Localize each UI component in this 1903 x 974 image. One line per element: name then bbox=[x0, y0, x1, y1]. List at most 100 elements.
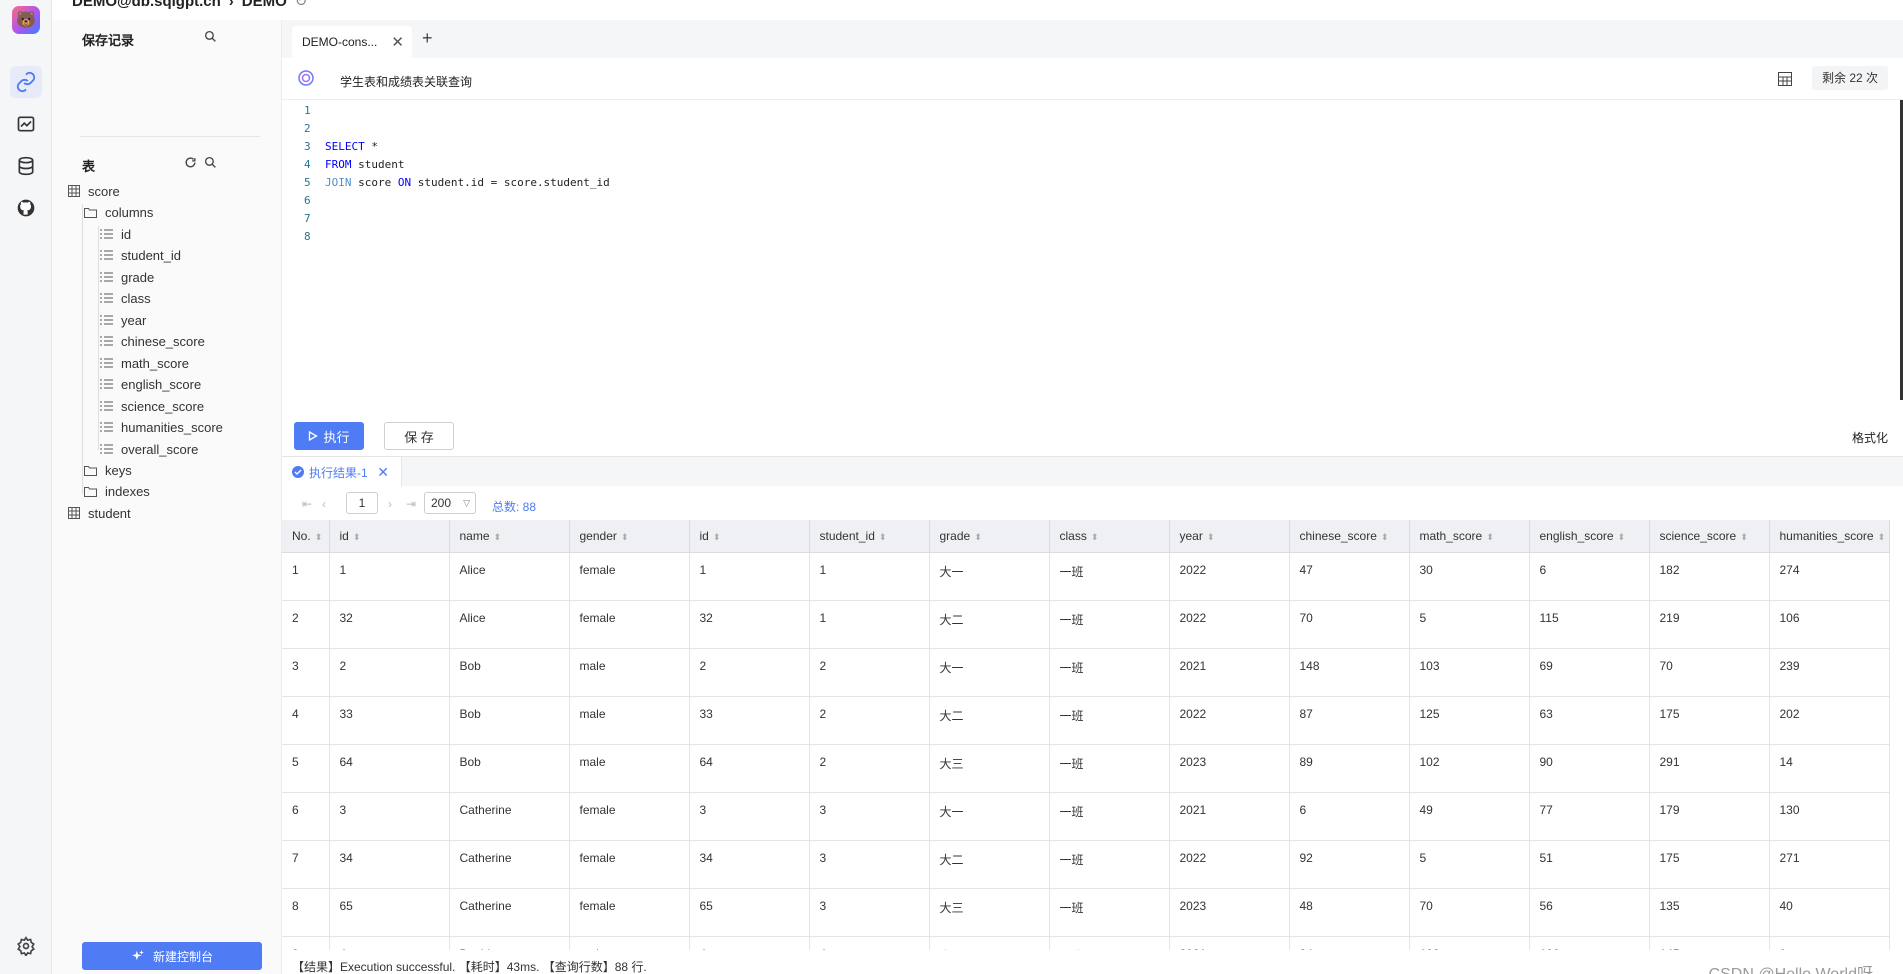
tree-folder-keys[interactable]: keys bbox=[84, 460, 132, 480]
table-cell[interactable]: 77 bbox=[1529, 792, 1650, 841]
format-button[interactable]: 格式化 bbox=[1852, 429, 1888, 446]
close-icon[interactable]: ✕ bbox=[391, 33, 404, 51]
table-cell[interactable]: 2021 bbox=[1169, 792, 1290, 841]
result-tab[interactable]: 执行结果-1 ✕ bbox=[282, 457, 402, 487]
table-row[interactable]: 4 33 Bob male 33 2 大二 一班 2022 87 125 63 175 202 bbox=[282, 696, 1890, 745]
table-cell[interactable]: 0 bbox=[1769, 936, 1890, 950]
tree-column-item[interactable]: humanities_score bbox=[100, 417, 223, 437]
column-header[interactable]: english_score ⬍ bbox=[1529, 520, 1650, 553]
table-cell[interactable]: 34 bbox=[329, 840, 450, 889]
table-cell[interactable]: 65 bbox=[689, 888, 810, 937]
tree-column-item[interactable]: math_score bbox=[100, 353, 189, 373]
table-cell[interactable]: Bob bbox=[449, 696, 570, 745]
table-cell[interactable]: 145 bbox=[1649, 936, 1770, 950]
sort-icon[interactable]: ⬍ bbox=[621, 532, 629, 542]
table-cell[interactable]: 一班 bbox=[1049, 744, 1170, 793]
table-cell[interactable]: female bbox=[569, 888, 690, 937]
sort-icon[interactable]: ⬍ bbox=[1091, 532, 1099, 542]
sort-icon[interactable]: ⬍ bbox=[1381, 532, 1389, 542]
table-cell[interactable]: 125 bbox=[1409, 696, 1530, 745]
table-cell[interactable]: male bbox=[569, 648, 690, 697]
table-cell[interactable]: 2022 bbox=[1169, 600, 1290, 649]
sort-icon[interactable]: ⬍ bbox=[713, 532, 721, 542]
sort-icon[interactable]: ⬍ bbox=[1740, 532, 1748, 542]
table-cell[interactable]: 175 bbox=[1649, 840, 1770, 889]
column-header[interactable]: year ⬍ bbox=[1169, 520, 1290, 553]
table-cell[interactable]: 2023 bbox=[1169, 744, 1290, 793]
table-cell[interactable]: 70 bbox=[1649, 648, 1770, 697]
tree-folder-columns[interactable]: columns bbox=[84, 202, 153, 222]
table-cell[interactable]: 106 bbox=[1769, 600, 1890, 649]
table-cell[interactable]: 1 bbox=[282, 552, 330, 601]
connection-link-icon[interactable] bbox=[10, 66, 42, 98]
tab-demo-console[interactable]: DEMO-cons... ✕ bbox=[292, 26, 412, 58]
table-cell[interactable]: female bbox=[569, 840, 690, 889]
add-tab-button[interactable]: + bbox=[422, 28, 433, 49]
table-cell[interactable]: 202 bbox=[1769, 696, 1890, 745]
table-cell[interactable]: 大一 bbox=[929, 648, 1050, 697]
table-cell[interactable]: 130 bbox=[1769, 792, 1890, 841]
table-cell[interactable]: 3 bbox=[809, 792, 930, 841]
table-cell[interactable]: 48 bbox=[1289, 888, 1410, 937]
dashboard-chart-icon[interactable] bbox=[10, 108, 42, 140]
run-button[interactable]: 执行 bbox=[294, 422, 364, 450]
page-input[interactable]: 1 bbox=[346, 492, 378, 514]
table-row[interactable]: 2 32 Alice female 32 1 大二 一班 2022 70 5 115 219 106 bbox=[282, 600, 1890, 649]
tree-column-item[interactable]: science_score bbox=[100, 396, 204, 416]
column-header[interactable]: gender ⬍ bbox=[569, 520, 690, 553]
table-cell[interactable]: 64 bbox=[329, 744, 450, 793]
table-cell[interactable]: 5 bbox=[282, 744, 330, 793]
table-cell[interactable]: 2 bbox=[329, 648, 450, 697]
search-icon[interactable] bbox=[204, 30, 217, 43]
table-cell[interactable]: 102 bbox=[1409, 936, 1530, 950]
refresh-icon[interactable]: ↻ bbox=[295, 0, 308, 10]
table-cell[interactable]: 4 bbox=[689, 936, 810, 950]
table-cell[interactable]: 大一 bbox=[929, 792, 1050, 841]
table-cell[interactable]: female bbox=[569, 600, 690, 649]
table-cell[interactable]: 32 bbox=[689, 600, 810, 649]
table-cell[interactable]: 3 bbox=[809, 888, 930, 937]
column-header[interactable]: humanities_score ⬍ bbox=[1769, 520, 1890, 553]
table-cell[interactable]: 175 bbox=[1649, 696, 1770, 745]
table-cell[interactable]: 90 bbox=[1529, 744, 1650, 793]
sort-icon[interactable]: ⬍ bbox=[1207, 532, 1215, 542]
tree-column-item[interactable]: overall_score bbox=[100, 439, 198, 459]
table-row[interactable]: 6 3 Catherine female 3 3 大一 一班 2021 6 49 77 179 130 bbox=[282, 792, 1890, 841]
table-cell[interactable]: 33 bbox=[689, 696, 810, 745]
table-cell[interactable]: Bob bbox=[449, 744, 570, 793]
table-cell[interactable]: 8 bbox=[282, 888, 330, 937]
table-cell[interactable]: 2023 bbox=[1169, 888, 1290, 937]
table-cell[interactable]: 2022 bbox=[1169, 840, 1290, 889]
table-cell[interactable]: 92 bbox=[1289, 840, 1410, 889]
table-cell[interactable]: 大二 bbox=[929, 840, 1050, 889]
tree-column-item[interactable]: english_score bbox=[100, 374, 201, 394]
table-cell[interactable]: 5 bbox=[1409, 840, 1530, 889]
table-cell[interactable]: Catherine bbox=[449, 840, 570, 889]
sort-icon[interactable]: ⬍ bbox=[315, 532, 323, 542]
table-cell[interactable]: 2 bbox=[689, 648, 810, 697]
tree-folder-indexes[interactable]: indexes bbox=[84, 481, 150, 501]
table-cell[interactable]: 103 bbox=[1409, 648, 1530, 697]
table-cell[interactable]: 32 bbox=[329, 600, 450, 649]
table-cell[interactable]: 148 bbox=[1289, 648, 1410, 697]
table-cell[interactable]: male bbox=[569, 936, 690, 950]
table-cell[interactable]: Catherine bbox=[449, 888, 570, 937]
table-cell[interactable]: 一班 bbox=[1049, 696, 1170, 745]
table-cell[interactable]: 2021 bbox=[1169, 648, 1290, 697]
sort-icon[interactable]: ⬍ bbox=[974, 532, 982, 542]
tree-column-item[interactable]: chinese_score bbox=[100, 331, 205, 351]
breadcrumb-connection[interactable]: DEMO@db.sqlgpt.cn bbox=[72, 0, 221, 10]
sort-icon[interactable]: ⬍ bbox=[494, 532, 502, 542]
database-icon[interactable] bbox=[10, 150, 42, 182]
table-cell[interactable]: 大二 bbox=[929, 600, 1050, 649]
sort-icon[interactable]: ⬍ bbox=[353, 532, 361, 542]
result-grid[interactable]: No. ⬍ id ⬍ name ⬍ gender ⬍ id ⬍ student_id ⬍ g… bbox=[282, 520, 1903, 950]
table-cell[interactable]: 3 bbox=[689, 792, 810, 841]
table-cell[interactable]: 一班 bbox=[1049, 552, 1170, 601]
column-header[interactable]: name ⬍ bbox=[449, 520, 570, 553]
sort-icon[interactable]: ⬍ bbox=[1878, 532, 1886, 542]
table-cell[interactable]: 30 bbox=[1409, 552, 1530, 601]
table-cell[interactable]: 51 bbox=[1529, 840, 1650, 889]
table-cell[interactable]: 一班 bbox=[1049, 600, 1170, 649]
ai-assistant-icon[interactable] bbox=[298, 70, 314, 86]
